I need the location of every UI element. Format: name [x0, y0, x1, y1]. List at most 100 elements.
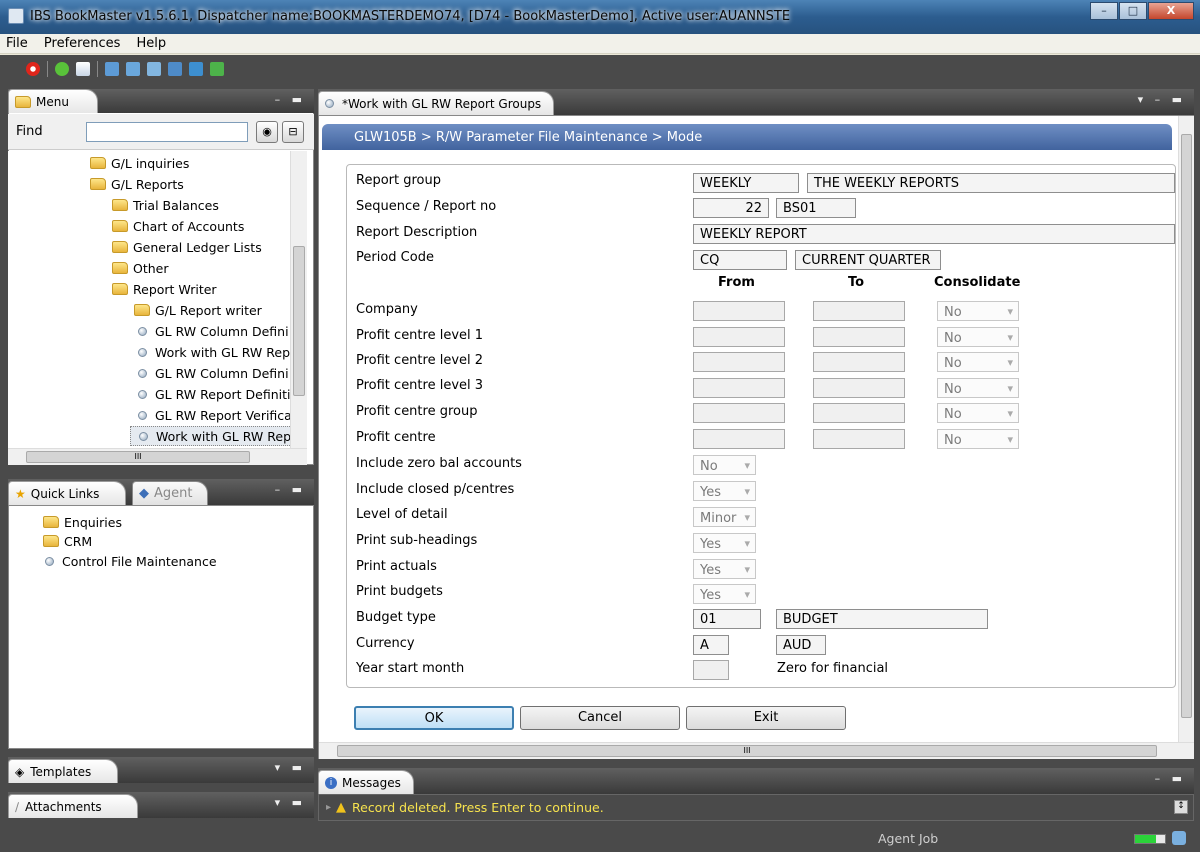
quick-link-crm[interactable]: CRM — [43, 531, 92, 551]
tree-item-gl-rw-report-verifica[interactable]: GL RW Report Verifica — [138, 405, 292, 425]
collapse-tree-icon[interactable]: ⊟ — [282, 121, 304, 143]
quick-link-label: Control File Maintenance — [62, 553, 217, 569]
tree-item-gl-inquiries[interactable]: G/L inquiries — [90, 153, 189, 173]
print-actuals-select[interactable]: Yes — [693, 559, 756, 579]
power-icon[interactable] — [26, 62, 40, 76]
menu-tree-horizontal-scrollbar[interactable]: III — [8, 448, 307, 465]
panel-minmax-controls[interactable]: ▾ ▬ — [275, 761, 306, 774]
quick-links-tab[interactable]: ★ Quick Links — [8, 481, 126, 505]
tree-item-other[interactable]: Other — [112, 258, 169, 278]
main-horizontal-scrollbar[interactable]: III — [319, 742, 1194, 759]
window-controls: – □ X — [1089, 2, 1194, 20]
currency-code-field[interactable]: A — [693, 635, 729, 655]
pc-level2-consolidate-select[interactable]: No — [937, 352, 1019, 372]
menu-file[interactable]: File — [0, 34, 34, 51]
tree-item-gl-rw-column-defini-2[interactable]: GL RW Column Defini — [138, 363, 289, 383]
company-to-field[interactable] — [813, 301, 905, 321]
include-closed-select[interactable]: Yes — [693, 481, 756, 501]
panel-minmax-controls[interactable]: ▾ ▬ — [275, 796, 306, 809]
menu-option-icon — [139, 431, 148, 441]
profit-centre-to-field[interactable] — [813, 429, 905, 449]
profit-centre-consolidate-select[interactable]: No — [937, 429, 1019, 449]
pc-level2-from-field[interactable] — [693, 352, 785, 372]
tree-item-report-writer[interactable]: Report Writer — [112, 279, 217, 299]
company-consolidate-select[interactable]: No — [937, 301, 1019, 321]
pc-level2-to-field[interactable] — [813, 352, 905, 372]
quick-link-enquiries[interactable]: Enquiries — [43, 512, 122, 532]
scroll-thumb[interactable] — [293, 246, 305, 396]
exit-button[interactable]: Exit — [686, 706, 846, 730]
report-desc-field[interactable]: WEEKLY REPORT — [693, 224, 1175, 244]
panel-minmax-controls[interactable]: – ▬ — [275, 93, 306, 106]
tree-item-gl-rw-column-defini-1[interactable]: GL RW Column Defini — [138, 321, 289, 341]
user-report-icon[interactable] — [168, 62, 182, 76]
menu-help[interactable]: Help — [131, 34, 173, 51]
period-code-field[interactable]: CQ — [693, 250, 787, 270]
document-icon[interactable] — [105, 62, 119, 76]
menu-preferences[interactable]: Preferences — [38, 34, 126, 51]
pc-level1-consolidate-select[interactable]: No — [937, 327, 1019, 347]
scroll-thumb[interactable] — [1181, 134, 1192, 718]
tree-item-general-ledger-lists[interactable]: General Ledger Lists — [112, 237, 262, 257]
find-label: Find — [16, 124, 43, 139]
pc-level2-label: Profit centre level 2 — [356, 353, 484, 368]
tree-item-chart-of-accounts[interactable]: Chart of Accounts — [112, 216, 244, 236]
checklist-icon[interactable] — [210, 62, 224, 76]
print-subheadings-select[interactable]: Yes — [693, 533, 756, 553]
year-start-field[interactable] — [693, 660, 729, 680]
tree-item-gl-reports[interactable]: G/L Reports — [90, 174, 184, 194]
templates-tab[interactable]: ◈ Templates — [8, 759, 118, 783]
maximize-button[interactable]: □ — [1119, 2, 1147, 20]
tree-item-work-with-gl-rw-rep-selected[interactable]: Work with GL RW Rep — [130, 426, 298, 446]
scroll-thumb[interactable]: III — [26, 451, 250, 463]
pc-group-consolidate-select[interactable]: No — [937, 403, 1019, 423]
company-from-field[interactable] — [693, 301, 785, 321]
print-icon[interactable] — [76, 62, 90, 76]
tree-item-work-with-gl-rw-rep-1[interactable]: Work with GL RW Rep — [138, 342, 290, 362]
report-group-code-field[interactable]: WEEKLY — [693, 173, 799, 193]
find-input[interactable] — [86, 122, 248, 142]
menu-tree-vertical-scrollbar[interactable] — [290, 151, 307, 448]
minimize-button[interactable]: – — [1090, 2, 1118, 20]
message-scroll-button[interactable]: ↕ — [1174, 800, 1188, 814]
search-report-icon[interactable] — [147, 62, 161, 76]
menu-tab[interactable]: Menu — [8, 89, 98, 113]
pc-level1-from-field[interactable] — [693, 327, 785, 347]
cancel-button[interactable]: Cancel — [520, 706, 680, 730]
level-of-detail-select[interactable]: Minor — [693, 507, 756, 527]
tree-item-gl-rw-report-definiti[interactable]: GL RW Report Definiti — [138, 384, 291, 404]
pc-level3-to-field[interactable] — [813, 378, 905, 398]
main-document-tab[interactable]: *Work with GL RW Report Groups — [318, 91, 554, 115]
attachments-tab[interactable]: ∕ Attachments — [8, 794, 138, 818]
pc-group-to-field[interactable] — [813, 403, 905, 423]
window-title-bar[interactable]: IBS BookMaster v1.5.6.1, Dispatcher name… — [0, 0, 1200, 34]
pc-group-from-field[interactable] — [693, 403, 785, 423]
message-expand-icon[interactable]: ▸ — [326, 802, 331, 813]
panel-minmax-controls[interactable]: – ▬ — [275, 483, 306, 496]
scroll-thumb[interactable]: III — [337, 745, 1157, 757]
run-report-icon[interactable] — [189, 62, 203, 76]
pc-level3-from-field[interactable] — [693, 378, 785, 398]
pc-level1-to-field[interactable] — [813, 327, 905, 347]
pc-level3-consolidate-select[interactable]: No — [937, 378, 1019, 398]
quick-link-control-file-maintenance[interactable]: Control File Maintenance — [45, 551, 217, 571]
find-binoculars-icon[interactable]: ◉ — [256, 121, 278, 143]
tree-item-trial-balances[interactable]: Trial Balances — [112, 195, 219, 215]
refresh-icon[interactable] — [55, 62, 69, 76]
budget-type-code-field[interactable]: 01 — [693, 609, 761, 629]
agent-tab[interactable]: ◆ Agent — [132, 481, 208, 505]
profit-centre-from-field[interactable] — [693, 429, 785, 449]
tree-item-gl-report-writer[interactable]: G/L Report writer — [134, 300, 262, 320]
include-zero-bal-select[interactable]: No — [693, 455, 756, 475]
panel-minmax-controls[interactable]: – ▬ — [1155, 772, 1186, 785]
print-budgets-select[interactable]: Yes — [693, 584, 756, 604]
close-button[interactable]: X — [1148, 2, 1194, 20]
period-code-label: Period Code — [356, 250, 434, 265]
panel-minmax-controls[interactable]: ▾ – ▬ — [1138, 93, 1186, 106]
main-vertical-scrollbar[interactable] — [1178, 116, 1194, 742]
sequence-no-field[interactable]: 22 — [693, 198, 769, 218]
report-icon[interactable] — [126, 62, 140, 76]
ok-button[interactable]: OK — [354, 706, 514, 730]
messages-tab[interactable]: i Messages — [318, 770, 414, 794]
report-no-field[interactable]: BS01 — [776, 198, 856, 218]
